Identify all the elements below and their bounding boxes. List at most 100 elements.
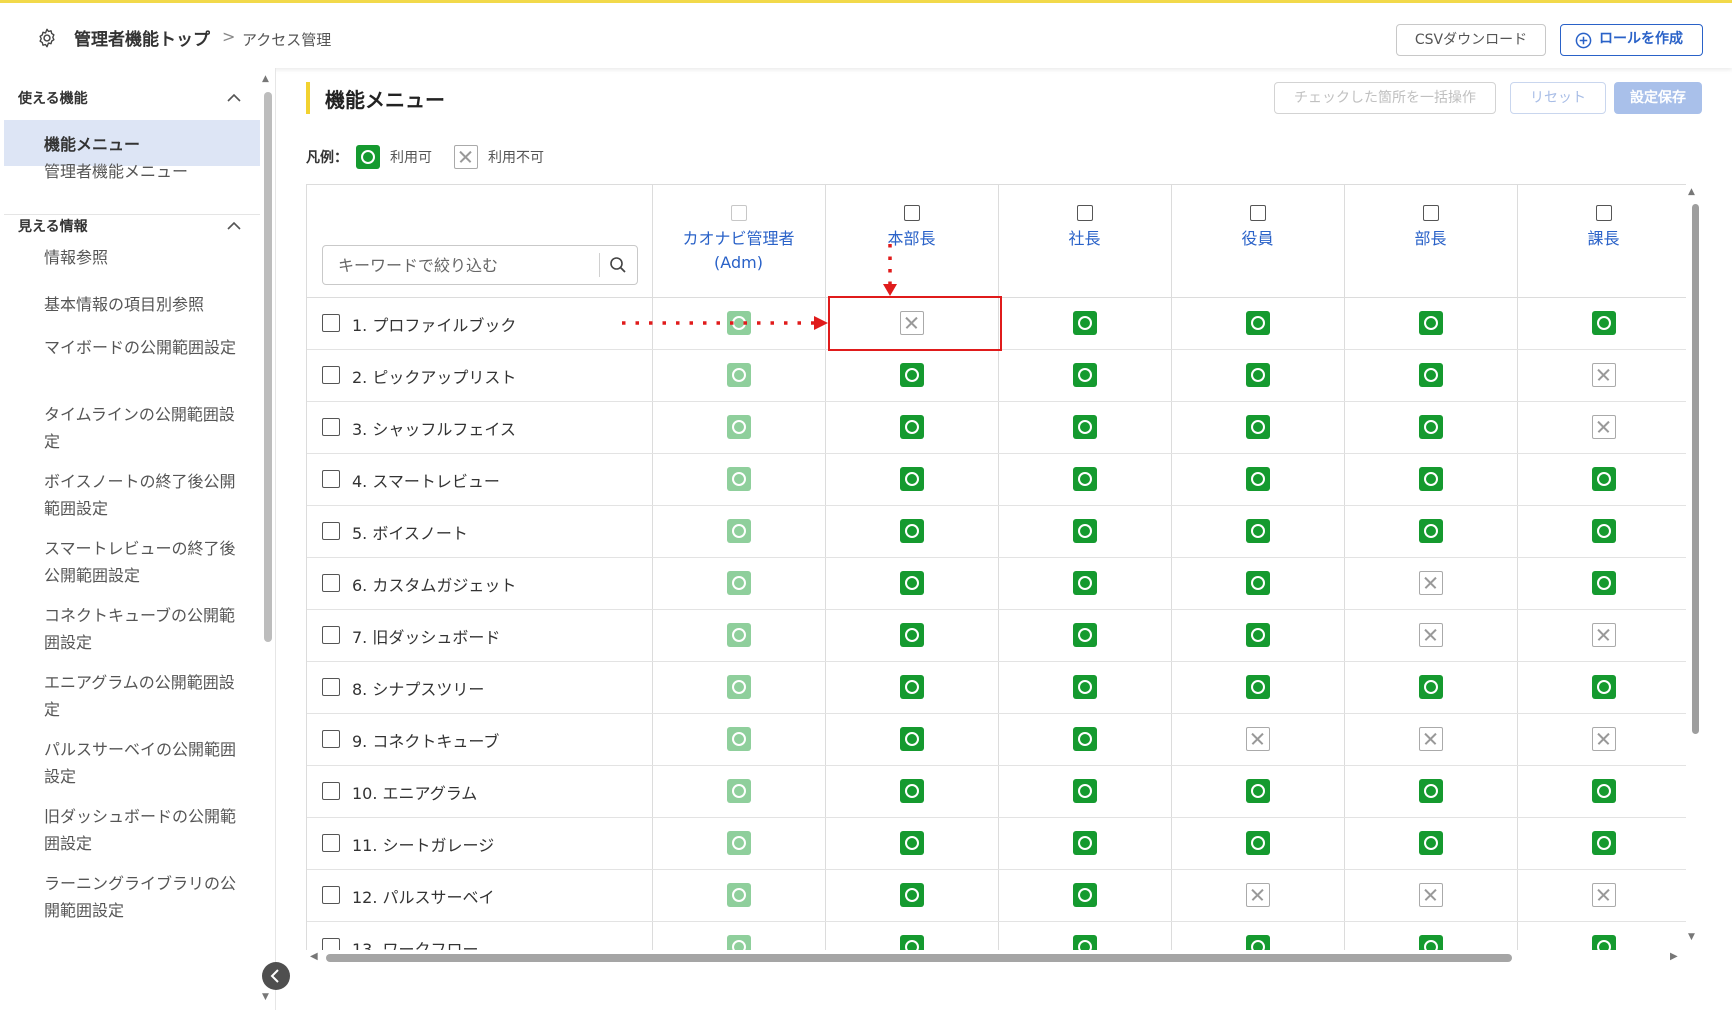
allowed-icon[interactable] [1418, 675, 1443, 699]
allowed-icon[interactable] [1591, 467, 1616, 491]
allowed-icon[interactable] [1072, 935, 1097, 950]
allowed-icon[interactable] [1072, 727, 1097, 751]
allowed-icon[interactable] [1072, 363, 1097, 387]
allowed-icon[interactable] [1245, 935, 1270, 950]
allowed-icon[interactable] [1591, 831, 1616, 855]
allowed-icon[interactable] [899, 519, 924, 543]
allowed-icon[interactable] [1072, 831, 1097, 855]
feature-row-checkbox[interactable] [322, 418, 340, 436]
role-name-link[interactable]: 部長 [1344, 227, 1517, 251]
allowed-icon[interactable] [1418, 519, 1443, 543]
scroll-down-icon[interactable]: ▼ [262, 992, 269, 1002]
not-allowed-icon[interactable] [1591, 623, 1616, 647]
allowed-icon[interactable] [899, 779, 924, 803]
allowed-icon[interactable] [1072, 519, 1097, 543]
allowed-icon[interactable] [1245, 623, 1270, 647]
allowed-icon[interactable] [899, 571, 924, 595]
allowed-icon[interactable] [1245, 363, 1270, 387]
sidebar-scrollbar[interactable] [264, 92, 272, 642]
breadcrumb-home-link[interactable]: 管理者機能トップ [74, 25, 210, 50]
allowed-icon[interactable] [1072, 571, 1097, 595]
role-select-checkbox[interactable] [1249, 205, 1266, 221]
feature-row-checkbox[interactable] [322, 782, 340, 800]
sidebar-item-connectcube-scope[interactable]: コネクトキューブの公開範囲設定 [44, 602, 244, 656]
sidebar-item-basic-info-reference[interactable]: 基本情報の項目別参照 [44, 291, 244, 318]
feature-row-checkbox[interactable] [322, 470, 340, 488]
allowed-icon[interactable] [899, 883, 924, 907]
scroll-up-icon[interactable]: ▲ [262, 74, 269, 84]
chevron-up-icon[interactable] [226, 93, 242, 103]
feature-row-checkbox[interactable] [322, 886, 340, 904]
allowed-icon[interactable] [1245, 467, 1270, 491]
allowed-icon[interactable] [1418, 467, 1443, 491]
allowed-icon[interactable] [1245, 675, 1270, 699]
role-select-checkbox[interactable] [1422, 205, 1439, 221]
sidebar-item-smartreview-scope[interactable]: スマートレビューの終了後公開範囲設定 [44, 535, 244, 589]
allowed-icon[interactable] [1245, 779, 1270, 803]
allowed-icon[interactable] [899, 935, 924, 950]
allowed-icon[interactable] [1245, 311, 1270, 335]
role-name-link[interactable]: カオナビ管理者 (Adm) [652, 227, 825, 275]
allowed-icon[interactable] [1591, 311, 1616, 335]
allowed-icon[interactable] [1591, 571, 1616, 595]
not-allowed-icon[interactable] [1418, 571, 1443, 595]
not-allowed-icon[interactable] [1418, 883, 1443, 907]
allowed-icon[interactable] [1072, 623, 1097, 647]
sidebar-item-myboard-scope[interactable]: マイボードの公開範囲設定 [44, 334, 244, 361]
feature-row-checkbox[interactable] [322, 730, 340, 748]
gear-icon[interactable] [36, 27, 58, 49]
scroll-left-icon[interactable]: ◀ [310, 951, 318, 962]
sidebar-section-visible-info[interactable]: 見える情報 [18, 216, 88, 236]
scroll-down-icon[interactable]: ▼ [1688, 932, 1695, 942]
not-allowed-icon[interactable] [1418, 623, 1443, 647]
not-allowed-icon[interactable] [1245, 727, 1270, 751]
allowed-icon[interactable] [1418, 831, 1443, 855]
sidebar-section-usable-features[interactable]: 使える機能 [18, 88, 88, 108]
not-allowed-icon[interactable] [1591, 415, 1616, 439]
allowed-icon[interactable] [1245, 415, 1270, 439]
feature-row-checkbox[interactable] [322, 678, 340, 696]
allowed-icon[interactable] [1072, 415, 1097, 439]
feature-row-checkbox[interactable] [322, 574, 340, 592]
allowed-icon[interactable] [1245, 831, 1270, 855]
sidebar-item-pulsesurvey-scope[interactable]: パルスサーベイの公開範囲設定 [44, 736, 244, 790]
feature-row-checkbox[interactable] [322, 938, 340, 950]
feature-row-checkbox[interactable] [322, 314, 340, 332]
allowed-icon[interactable] [899, 675, 924, 699]
sidebar-item-old-dashboard-scope[interactable]: 旧ダッシュボードの公開範囲設定 [44, 803, 244, 857]
feature-row-checkbox[interactable] [322, 366, 340, 384]
not-allowed-icon[interactable] [1591, 363, 1616, 387]
allowed-icon[interactable] [1591, 779, 1616, 803]
allowed-icon[interactable] [1072, 311, 1097, 335]
role-name-link[interactable]: 本部長 [825, 227, 998, 251]
allowed-icon[interactable] [1072, 883, 1097, 907]
save-settings-button[interactable]: 設定保存 [1614, 82, 1702, 114]
role-select-checkbox[interactable] [1595, 205, 1612, 221]
allowed-icon[interactable] [1245, 519, 1270, 543]
sidebar-item-info-reference[interactable]: 情報参照 [44, 244, 244, 271]
search-icon[interactable] [609, 256, 627, 274]
allowed-icon[interactable] [899, 831, 924, 855]
keyword-search-input[interactable] [324, 247, 594, 283]
feature-row-checkbox[interactable] [322, 834, 340, 852]
role-name-link[interactable]: 役員 [1171, 227, 1344, 251]
allowed-icon[interactable] [1591, 519, 1616, 543]
chevron-up-icon[interactable] [226, 221, 242, 231]
role-select-checkbox[interactable] [730, 205, 747, 221]
scroll-right-icon[interactable]: ▶ [1670, 951, 1678, 962]
allowed-icon[interactable] [1245, 571, 1270, 595]
allowed-icon[interactable] [1418, 415, 1443, 439]
sidebar-item-voicenote-scope[interactable]: ボイスノートの終了後公開範囲設定 [44, 468, 244, 522]
role-name-link[interactable]: 課長 [1517, 227, 1686, 251]
role-select-checkbox[interactable] [903, 205, 920, 221]
sidebar-item-learning-library-scope[interactable]: ラーニングライブラリの公開範囲設定 [44, 870, 244, 924]
collapse-sidebar-button[interactable] [262, 962, 290, 990]
table-horizontal-scrollbar[interactable] [326, 954, 1512, 962]
sidebar-item-admin-feature-menu[interactable]: 管理者機能メニュー [44, 158, 244, 185]
allowed-icon[interactable] [1418, 779, 1443, 803]
allowed-icon[interactable] [1591, 935, 1616, 950]
sidebar-item-enneagram-scope[interactable]: エニアグラムの公開範囲設定 [44, 669, 244, 723]
not-allowed-icon[interactable] [1591, 727, 1616, 751]
role-select-checkbox[interactable] [1076, 205, 1093, 221]
allowed-icon[interactable] [1072, 675, 1097, 699]
